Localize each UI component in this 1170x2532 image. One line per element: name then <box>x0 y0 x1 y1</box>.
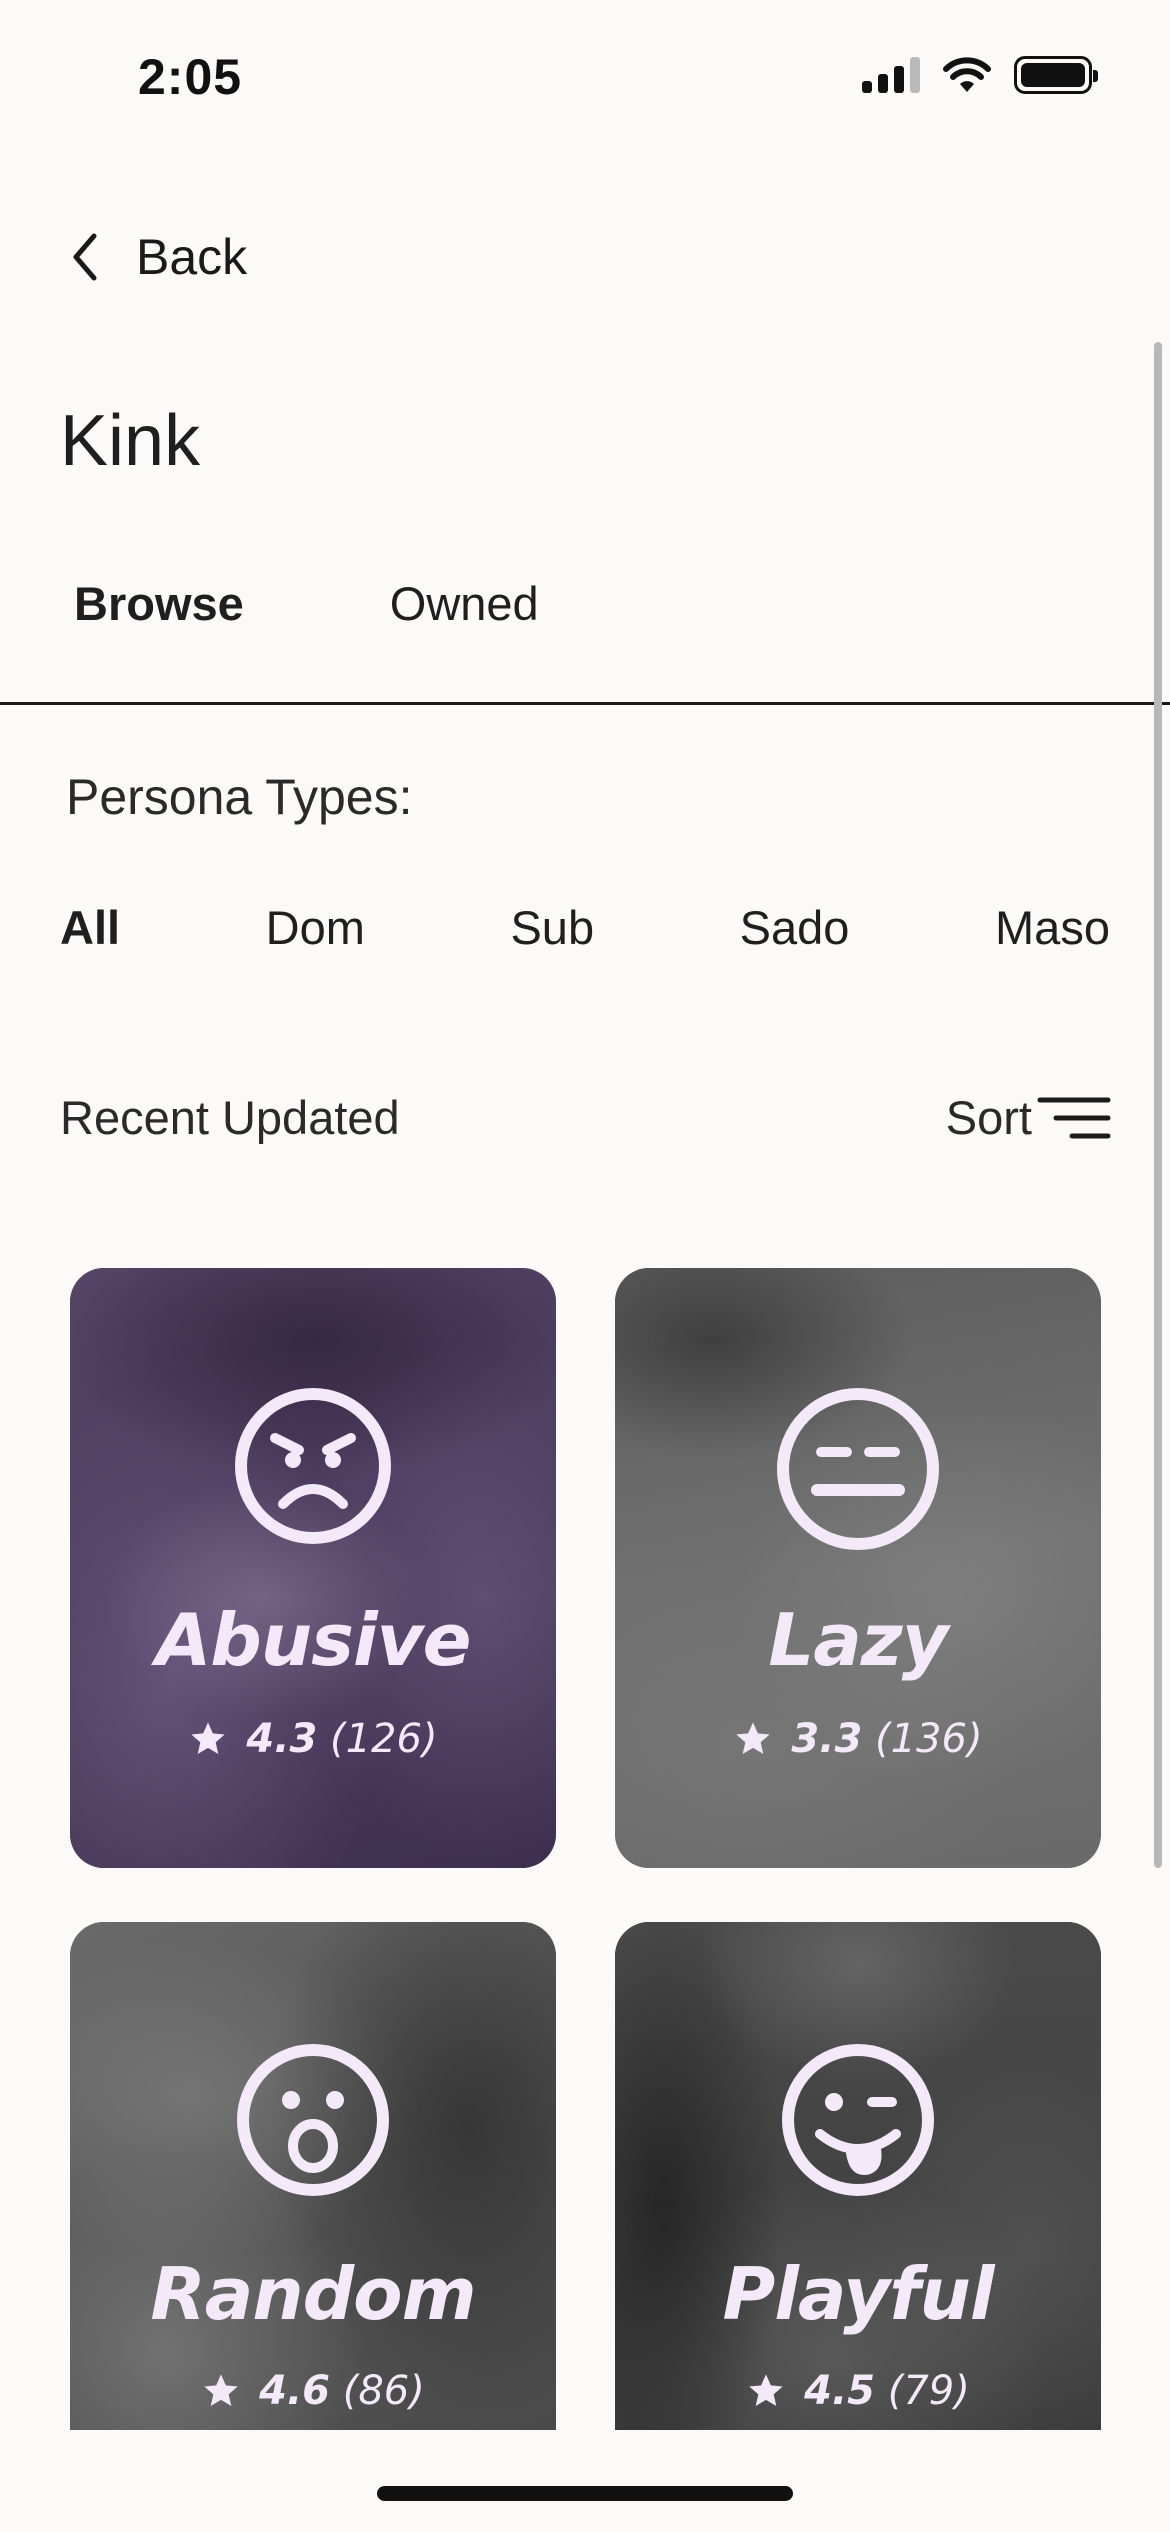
sort-label: Sort <box>945 1091 1032 1144</box>
card-rating: 4.6 (86) <box>70 2368 556 2414</box>
card-name: Abusive <box>155 1598 472 1682</box>
card-background-image <box>70 1268 556 1868</box>
home-indicator[interactable] <box>377 2486 793 2501</box>
tab-browse[interactable]: Browse <box>74 576 244 631</box>
card-review-count: (136) <box>875 1716 983 1762</box>
card-review-count: (79) <box>887 2368 970 2414</box>
card-review-count: (126) <box>330 1716 438 1762</box>
persona-card-playful[interactable]: Playful 4.5 (79) <box>615 1922 1101 2430</box>
persona-card-abusive[interactable]: Abusive 4.3 (126) <box>70 1268 556 1868</box>
star-icon <box>749 2374 783 2406</box>
tab-divider <box>0 702 1170 705</box>
page-title: Kink <box>60 401 201 481</box>
angry-face-icon <box>235 1388 391 1544</box>
card-name: Random <box>150 2252 476 2336</box>
battery-icon <box>1014 56 1098 94</box>
cellular-signal-icon <box>862 57 920 93</box>
card-review-count: (86) <box>342 2368 425 2414</box>
card-score: 4.3 <box>246 1716 318 1762</box>
persona-type-all[interactable]: All <box>60 900 120 955</box>
star-icon <box>736 1722 771 1754</box>
list-header: Recent Updated Sort <box>60 1090 1112 1145</box>
card-name: Lazy <box>768 1598 948 1682</box>
status-time: 2:05 <box>138 49 243 105</box>
chevron-left-icon <box>73 233 97 281</box>
card-name: Playful <box>722 2252 994 2336</box>
scrollbar[interactable] <box>1154 342 1162 1868</box>
card-background-image <box>615 1268 1101 1868</box>
persona-type-sado[interactable]: Sado <box>740 900 850 955</box>
persona-type-dom[interactable]: Dom <box>266 900 365 955</box>
persona-card-random[interactable]: Random 4.6 (86) <box>70 1922 556 2430</box>
tongue-out-face-icon <box>782 2044 934 2196</box>
persona-type-maso[interactable]: Maso <box>995 900 1110 955</box>
back-label: Back <box>136 229 248 285</box>
sort-button[interactable]: Sort <box>946 1090 1112 1145</box>
card-rating: 3.3 (136) <box>615 1716 1101 1762</box>
card-score: 4.6 <box>259 2368 331 2414</box>
persona-card-lazy[interactable]: Lazy 3.3 (136) <box>615 1268 1101 1868</box>
tab-bar: Browse Owned <box>74 576 539 631</box>
back-button[interactable]: Back <box>70 228 247 286</box>
card-rating: 4.3 (126) <box>70 1716 556 1762</box>
neutral-face-icon <box>777 1388 939 1550</box>
sort-lines-icon <box>1037 1097 1111 1138</box>
card-score: 4.5 <box>804 2368 876 2414</box>
star-icon <box>204 2374 238 2406</box>
recent-updated-label: Recent Updated <box>60 1091 400 1144</box>
screen: 2:05 Back Kink Browse Owned Persona Type… <box>0 0 1170 2532</box>
surprised-face-icon <box>237 2044 389 2196</box>
card-rating: 4.5 (79) <box>615 2368 1101 2414</box>
wifi-icon <box>943 57 991 92</box>
persona-type-sub[interactable]: Sub <box>510 900 594 955</box>
tab-owned[interactable]: Owned <box>390 576 539 631</box>
persona-type-filter: All Dom Sub Sado Maso <box>60 900 1110 955</box>
card-score: 3.3 <box>791 1716 863 1762</box>
status-icons <box>862 56 1098 94</box>
star-icon <box>191 1722 226 1754</box>
persona-types-label: Persona Types: <box>66 769 413 825</box>
